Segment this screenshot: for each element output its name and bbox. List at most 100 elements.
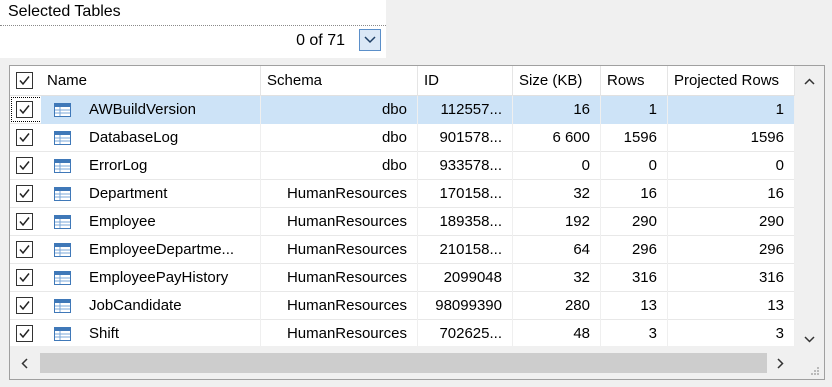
row-rows: 1 xyxy=(601,96,668,124)
row-projected-rows: 3 xyxy=(668,320,795,348)
resize-grip-icon xyxy=(811,367,819,375)
row-name: EmployeeDepartme... xyxy=(41,236,261,264)
check-icon xyxy=(19,189,30,199)
row-schema: dbo xyxy=(261,152,418,180)
table-row[interactable]: EmployeePayHistory HumanResources 2099048 3… xyxy=(10,264,795,292)
check-icon xyxy=(19,133,30,143)
selected-tables-panel: Selected Tables 0 of 71 Name Schema ID S… xyxy=(0,0,832,387)
row-projected-rows: 0 xyxy=(668,152,795,180)
chevron-up-icon[interactable] xyxy=(804,78,815,85)
row-name: Employee xyxy=(41,208,261,236)
row-size: 64 xyxy=(513,236,601,264)
row-schema: HumanResources xyxy=(261,320,418,348)
row-id: 210158... xyxy=(418,236,513,264)
row-name: EmployeePayHistory xyxy=(41,264,261,292)
grid-header: Name Schema ID Size (KB) Rows Projected … xyxy=(10,66,795,96)
chevron-down-icon[interactable] xyxy=(804,336,815,343)
row-projected-rows: 1596 xyxy=(668,124,795,152)
column-header-rows[interactable]: Rows xyxy=(601,66,668,96)
column-header-projected-rows[interactable]: Projected Rows xyxy=(668,66,795,96)
row-size: 48 xyxy=(513,320,601,348)
row-size: 32 xyxy=(513,264,601,292)
table-row[interactable]: DatabaseLog dbo 901578... 6 600 1596 1596 xyxy=(10,124,795,152)
row-checkbox[interactable] xyxy=(16,269,33,286)
row-name: ErrorLog xyxy=(41,152,261,180)
column-header-schema[interactable]: Schema xyxy=(261,66,418,96)
row-projected-rows: 1 xyxy=(668,96,795,124)
row-checkbox[interactable] xyxy=(16,129,33,146)
check-icon xyxy=(19,76,30,86)
row-name: AWBuildVersion xyxy=(41,96,261,124)
selection-count: 0 of 71 xyxy=(296,32,345,49)
table-icon xyxy=(54,299,71,317)
check-icon xyxy=(19,105,30,115)
tables-grid: Name Schema ID Size (KB) Rows Projected … xyxy=(9,65,825,380)
column-header-name[interactable]: Name xyxy=(41,66,261,96)
resize-grip[interactable] xyxy=(795,346,824,379)
row-checkbox[interactable] xyxy=(16,325,33,342)
row-id: 189358... xyxy=(418,208,513,236)
table-row[interactable]: Department HumanResources 170158... 32 16 16 xyxy=(10,180,795,208)
row-schema: HumanResources xyxy=(261,180,418,208)
row-rows: 290 xyxy=(601,208,668,236)
check-icon xyxy=(19,245,30,255)
selection-dropdown-button[interactable] xyxy=(359,29,381,51)
table-row[interactable]: EmployeeDepartme... HumanResources 210158.… xyxy=(10,236,795,264)
row-projected-rows: 13 xyxy=(668,292,795,320)
row-size: 280 xyxy=(513,292,601,320)
row-size: 6 600 xyxy=(513,124,601,152)
table-row[interactable]: ErrorLog dbo 933578... 0 0 0 xyxy=(10,152,795,180)
check-icon xyxy=(19,217,30,227)
chevron-left-icon[interactable] xyxy=(21,358,28,369)
check-icon xyxy=(19,301,30,311)
chevron-right-icon[interactable] xyxy=(777,358,784,369)
row-size: 192 xyxy=(513,208,601,236)
check-icon xyxy=(19,329,30,339)
row-checkbox[interactable] xyxy=(16,241,33,258)
row-rows: 13 xyxy=(601,292,668,320)
row-projected-rows: 290 xyxy=(668,208,795,236)
select-all-checkbox[interactable] xyxy=(16,72,33,89)
vertical-scrollbar[interactable] xyxy=(795,66,824,346)
row-checkbox[interactable] xyxy=(16,157,33,174)
table-row[interactable]: AWBuildVersion dbo 112557... 16 1 1 xyxy=(10,96,795,124)
table-icon xyxy=(54,243,71,261)
row-projected-rows: 16 xyxy=(668,180,795,208)
row-rows: 0 xyxy=(601,152,668,180)
row-checkbox[interactable] xyxy=(16,297,33,314)
row-schema: HumanResources xyxy=(261,208,418,236)
row-checkbox[interactable] xyxy=(16,101,33,118)
row-checkbox[interactable] xyxy=(16,213,33,230)
row-id: 98099390 xyxy=(418,292,513,320)
row-schema: dbo xyxy=(261,96,418,124)
horizontal-scroll-thumb[interactable] xyxy=(40,353,767,373)
row-rows: 3 xyxy=(601,320,668,348)
row-checkbox[interactable] xyxy=(16,185,33,202)
horizontal-scrollbar[interactable] xyxy=(10,346,795,379)
row-id: 901578... xyxy=(418,124,513,152)
row-schema: HumanResources xyxy=(261,236,418,264)
row-name: Shift xyxy=(41,320,261,348)
row-size: 32 xyxy=(513,180,601,208)
row-rows: 1596 xyxy=(601,124,668,152)
column-header-size[interactable]: Size (KB) xyxy=(513,66,601,96)
table-icon xyxy=(54,215,71,233)
table-row[interactable]: Employee HumanResources 189358... 192 290 290 xyxy=(10,208,795,236)
table-icon xyxy=(54,187,71,205)
row-id: 112557... xyxy=(418,96,513,124)
row-id: 170158... xyxy=(418,180,513,208)
table-row[interactable]: Shift HumanResources 702625... 48 3 3 xyxy=(10,320,795,348)
panel-title: Selected Tables xyxy=(8,3,121,20)
row-rows: 16 xyxy=(601,180,668,208)
column-header-id[interactable]: ID xyxy=(418,66,513,96)
table-row[interactable]: JobCandidate HumanResources 98099390 280 13 1… xyxy=(10,292,795,320)
row-size: 16 xyxy=(513,96,601,124)
row-size: 0 xyxy=(513,152,601,180)
check-icon xyxy=(19,273,30,283)
row-id: 702625... xyxy=(418,320,513,348)
row-id: 933578... xyxy=(418,152,513,180)
table-icon xyxy=(54,103,71,121)
row-projected-rows: 296 xyxy=(668,236,795,264)
row-schema: HumanResources xyxy=(261,292,418,320)
check-icon xyxy=(19,161,30,171)
